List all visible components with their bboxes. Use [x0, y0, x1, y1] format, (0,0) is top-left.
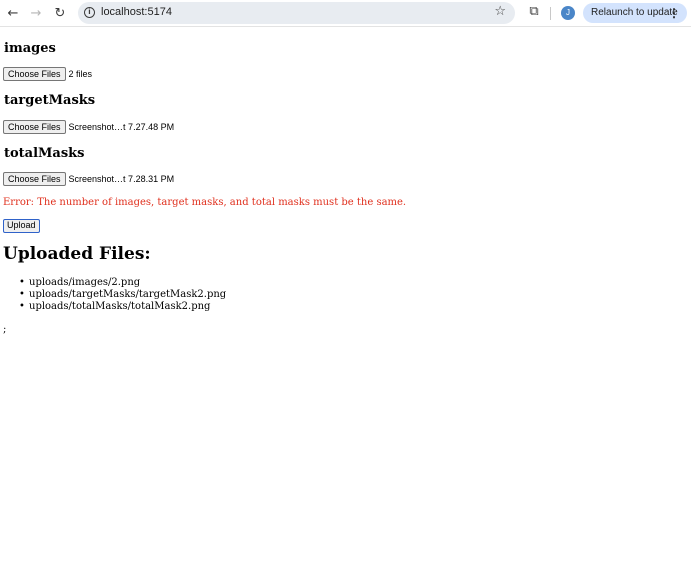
- target-masks-file-input[interactable]: Choose Files Screenshot…t 7.27.48 PM: [3, 119, 174, 134]
- images-heading: images: [4, 41, 56, 56]
- reload-icon[interactable]: ↻: [50, 3, 70, 23]
- list-item: uploads/totalMasks/totalMask2.png: [19, 301, 226, 313]
- profile-avatar[interactable]: J: [561, 6, 575, 20]
- images-file-status: 2 files: [68, 68, 93, 79]
- uploaded-files-list: uploads/images/2.png uploads/targetMasks…: [19, 277, 226, 313]
- relaunch-label: Relaunch to update: [591, 7, 678, 18]
- back-icon[interactable]: ←: [3, 3, 23, 23]
- total-masks-heading: totalMasks: [4, 146, 85, 161]
- total-masks-file-status: Screenshot…t 7.28.31 PM: [68, 173, 175, 184]
- toolbar-separator: [550, 7, 551, 20]
- uploaded-files-heading: Uploaded Files:: [3, 244, 151, 264]
- forward-icon[interactable]: →: [26, 3, 46, 23]
- url-text[interactable]: localhost:5174: [101, 6, 172, 18]
- total-masks-choose-files-button[interactable]: Choose Files: [3, 171, 66, 186]
- target-masks-heading: targetMasks: [4, 93, 96, 108]
- relaunch-button[interactable]: Relaunch to update ⋮: [583, 3, 687, 23]
- extensions-icon[interactable]: ⧉: [526, 4, 542, 22]
- images-choose-files-button[interactable]: Choose Files: [3, 66, 66, 81]
- target-masks-file-status: Screenshot…t 7.27.48 PM: [68, 121, 175, 132]
- images-file-input[interactable]: Choose Files 2 files: [3, 66, 92, 81]
- address-bar[interactable]: i localhost:5174 ☆: [78, 2, 515, 24]
- list-item: uploads/targetMasks/targetMask2.png: [19, 289, 226, 301]
- error-message: Error: The number of images, target mask…: [3, 197, 407, 208]
- stray-text: ;: [3, 324, 7, 335]
- browser-toolbar: ← → ↻ i localhost:5174 ☆ ⧉ J Relaunch to…: [0, 0, 691, 27]
- target-masks-choose-files-button[interactable]: Choose Files: [3, 119, 66, 134]
- bookmark-star-icon[interactable]: ☆: [494, 4, 506, 19]
- total-masks-file-input[interactable]: Choose Files Screenshot…t 7.28.31 PM: [3, 171, 174, 186]
- list-item: uploads/images/2.png: [19, 277, 226, 289]
- menu-kebab-icon: ⋮: [668, 6, 680, 20]
- info-icon[interactable]: i: [84, 7, 95, 18]
- upload-button[interactable]: Upload: [3, 219, 40, 233]
